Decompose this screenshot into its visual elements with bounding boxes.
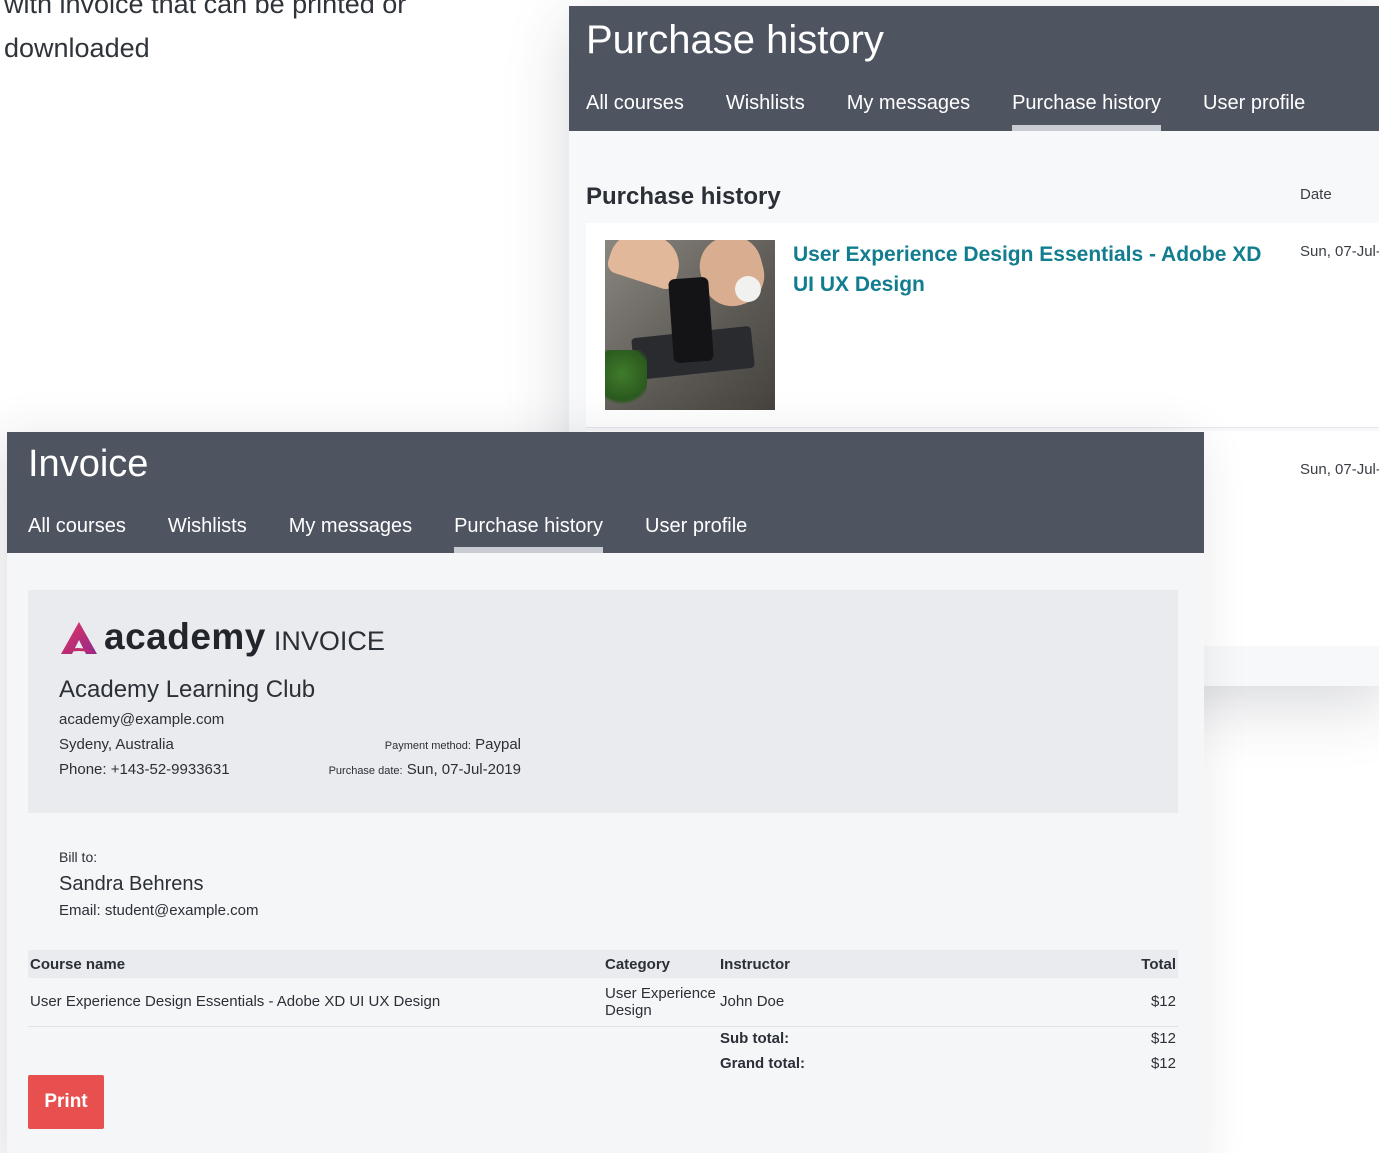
course-thumbnail[interactable] <box>605 240 775 410</box>
nav-tabs: All courses Wishlists My messages Purcha… <box>28 515 789 553</box>
section-title: Purchase history <box>586 183 781 210</box>
page-title: Invoice <box>28 443 149 485</box>
invoice-header: Invoice All courses Wishlists My message… <box>7 432 1204 553</box>
purchase-date: Sun, 07-Jul- <box>1300 461 1379 478</box>
purchase-date: Purchase date: Sun, 07-Jul-2019 <box>329 761 521 778</box>
purchase-date-value: Sun, 07-Jul-2019 <box>406 761 521 778</box>
item-instructor: John Doe <box>718 978 1018 1027</box>
grand-total-value: $12 <box>1150 1055 1176 1072</box>
nav-tabs: All courses Wishlists My messages Purcha… <box>586 92 1347 131</box>
tab-my-messages[interactable]: My messages <box>847 92 970 131</box>
tab-all-courses[interactable]: All courses <box>586 92 684 131</box>
brand-logo: academy INVOICE <box>59 618 385 656</box>
column-header-instructor: Instructor <box>718 950 1018 978</box>
tab-user-profile[interactable]: User profile <box>1203 92 1305 131</box>
company-email: academy@example.com <box>59 711 225 728</box>
company-phone: Phone: +143-52-9933631 <box>59 761 230 778</box>
grand-total-row: Grand total: $12 <box>28 1051 1178 1076</box>
invoice-label: INVOICE <box>273 626 385 656</box>
tab-user-profile[interactable]: User profile <box>645 515 747 553</box>
payment-method-label: Payment method: <box>384 740 471 752</box>
column-header-category: Category <box>603 950 718 978</box>
tab-wishlists[interactable]: Wishlists <box>726 92 805 131</box>
caption-line-2: downloaded <box>4 33 150 63</box>
course-link[interactable]: User Experience Design Essentials - Adob… <box>793 240 1273 300</box>
column-header-course: Course name <box>28 950 603 978</box>
tab-purchase-history[interactable]: Purchase history <box>1012 92 1161 131</box>
subtotal-value: $12 <box>1150 1030 1176 1048</box>
invoice-items-table: Course name Category Instructor Total Us… <box>28 950 1178 1076</box>
date-column-header: Date <box>1300 186 1332 203</box>
item-category: User Experience Design <box>603 978 718 1027</box>
payment-method-value: Paypal <box>475 736 521 753</box>
academy-logo-icon <box>61 622 97 654</box>
item-course-name: User Experience Design Essentials - Adob… <box>28 978 603 1027</box>
company-name: Academy Learning Club <box>59 676 316 703</box>
page-title: Purchase history <box>586 18 884 62</box>
invoice-window: Invoice All courses Wishlists My message… <box>7 432 1204 1153</box>
intro-caption: with invoice that can be printed or down… <box>4 0 474 70</box>
tab-all-courses[interactable]: All courses <box>28 515 126 553</box>
purchase-date: Sun, 07-Jul- <box>1300 243 1379 260</box>
payment-method: Payment method: Paypal <box>385 736 521 753</box>
company-address: Sydeny, Australia <box>59 736 174 753</box>
tab-my-messages[interactable]: My messages <box>289 515 412 553</box>
item-total: $12 <box>1018 978 1178 1027</box>
tab-purchase-history[interactable]: Purchase history <box>454 515 603 553</box>
subtotal-label: Sub total: <box>720 1030 790 1048</box>
grand-total-label: Grand total: <box>720 1055 805 1072</box>
purchase-history-header: Purchase history All courses Wishlists M… <box>569 6 1379 131</box>
bill-to-name: Sandra Behrens <box>59 873 204 895</box>
table-header-row: Course name Category Instructor Total <box>28 950 1178 978</box>
table-row: User Experience Design Essentials - Adob… <box>28 978 1178 1027</box>
bill-to-label: Bill to: <box>59 849 98 865</box>
brand-name: academy <box>104 616 266 657</box>
purchase-date-label: Purchase date: <box>328 765 403 777</box>
caption-line-1: with invoice that can be printed or <box>4 0 407 19</box>
tab-wishlists[interactable]: Wishlists <box>168 515 247 553</box>
column-header-total: Total <box>1018 950 1178 978</box>
subtotal-row: Sub total: $12 <box>28 1026 1178 1051</box>
bill-to-email: Email: student@example.com <box>59 902 259 919</box>
purchase-row: User Experience Design Essentials - Adob… <box>586 223 1379 428</box>
invoice-card: academy INVOICE Academy Learning Club ac… <box>28 590 1178 813</box>
print-button[interactable]: Print <box>28 1075 104 1129</box>
